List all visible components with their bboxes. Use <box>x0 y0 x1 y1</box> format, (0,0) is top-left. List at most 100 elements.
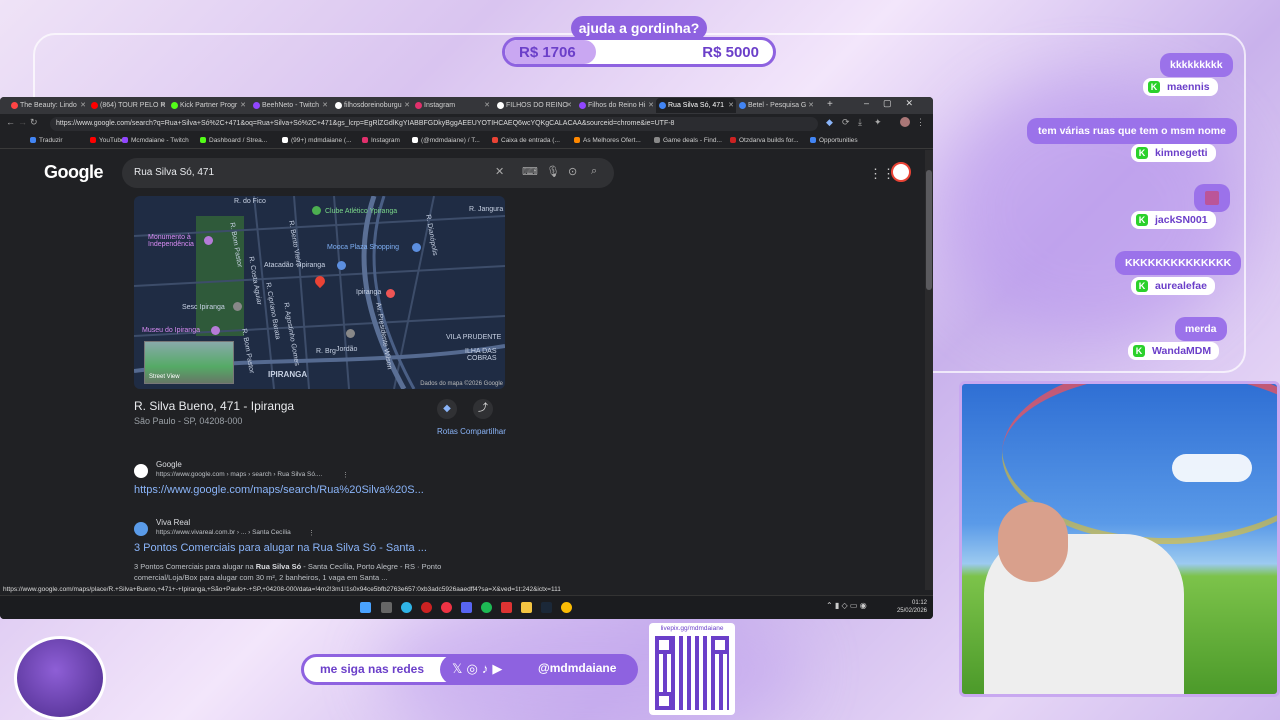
more-options-icon[interactable]: ⋮ <box>308 529 315 537</box>
spotify-icon[interactable] <box>481 602 492 613</box>
extension-icon[interactable]: ◆ <box>826 117 833 128</box>
result-url[interactable]: https://www.vivareal.com.br › ... › Sant… <box>156 529 291 536</box>
actions-label[interactable]: Rotas Compartilhar <box>437 427 506 436</box>
close-tab-icon[interactable]: ✕ <box>484 98 490 113</box>
result-title-link[interactable]: 3 Pontos Comerciais para alugar na Rua S… <box>134 542 427 554</box>
browser-tab[interactable]: Kick Partner Progr ✕ <box>168 98 248 113</box>
tab-bar: The Beauty: Lindo ✕ (864) TOUR PELO R ✕ Kick… <box>0 97 933 114</box>
browser-tab[interactable]: BeehNeto - Twitch ✕ <box>250 98 330 113</box>
browser-tab[interactable]: The Beauty: Lindo ✕ <box>8 98 88 113</box>
tab-favicon-icon <box>415 102 422 109</box>
map-preview[interactable]: R. do Fico Clube Atlético Ypiranga R. Ja… <box>134 196 505 389</box>
browser-tab[interactable]: Filhos do Reino Hi ✕ <box>576 98 656 113</box>
chrome-icon[interactable] <box>561 602 572 613</box>
close-tab-icon[interactable]: ✕ <box>322 98 328 113</box>
bookmark-item[interactable]: (99+) mdmdaiane (... <box>282 137 352 144</box>
bookmark-item[interactable]: Traduzir <box>30 137 63 144</box>
map-label: R. Brg <box>316 348 336 355</box>
microphone-icon[interactable]: 🎙 <box>546 165 560 178</box>
browser-tab[interactable]: Instagram ✕ <box>412 98 492 113</box>
search-box[interactable]: Rua Silva Só, 471 ✕ ⌨ 🎙 ⊙ ⌕ <box>122 158 614 188</box>
discord-icon[interactable] <box>461 602 472 613</box>
folder-icon[interactable] <box>521 602 532 613</box>
browser-tab[interactable]: filhosdoreinoburgu ✕ <box>332 98 412 113</box>
bookmark-item[interactable]: Mcmdaiane - Twitch <box>122 137 189 144</box>
chat-message: kkkkkkkkk <box>1160 53 1233 77</box>
bookmark-item[interactable]: As Melhores Ofert... <box>574 137 641 144</box>
chat-username: Kmaennis <box>1143 78 1218 96</box>
bookmark-item[interactable]: YouTube <box>90 137 125 144</box>
result-site: Viva Real <box>156 518 191 527</box>
close-tab-icon[interactable]: ✕ <box>240 98 246 113</box>
search-input[interactable]: Rua Silva Só, 471 <box>134 167 214 178</box>
keyboard-icon[interactable]: ⌨ <box>522 165 538 178</box>
tab-label: Filhos do Reino Hi <box>588 102 646 109</box>
bookmark-label: Otzdarva builds for... <box>739 137 799 144</box>
close-tab-icon[interactable]: ✕ <box>728 98 734 113</box>
refresh-ext-icon[interactable]: ⟳ <box>842 117 850 128</box>
browser-tab[interactable]: Rua Silva Só, 471 ✕ <box>656 98 736 113</box>
new-tab-button[interactable]: + <box>827 99 833 110</box>
bookmark-label: Traduzir <box>39 137 63 144</box>
download-icon[interactable]: ⤓ <box>858 117 862 128</box>
obs-icon[interactable] <box>441 602 452 613</box>
reload-icon[interactable]: ↻ <box>30 117 38 128</box>
task-view-icon[interactable] <box>381 602 392 613</box>
tab-favicon-icon <box>91 102 98 109</box>
clock[interactable]: 01:12 25/02/2026 <box>897 599 927 615</box>
window-controls[interactable]: –▢✕ <box>864 98 927 109</box>
poi-monument-icon <box>204 236 213 245</box>
share-button[interactable]: ⤴ <box>473 399 493 419</box>
more-options-icon[interactable]: ⋮ <box>342 471 349 479</box>
social-handle: @mdmdaiane <box>538 661 617 675</box>
bookmark-item[interactable]: Opportunities <box>810 137 858 144</box>
address-bar[interactable]: https://www.google.com/search?q=Rua+Silv… <box>50 117 818 131</box>
qr-finder <box>655 636 673 654</box>
bookmark-item[interactable]: (@mdmdaiane) / T... <box>412 137 480 144</box>
clear-icon[interactable]: ✕ <box>495 165 504 178</box>
result-url[interactable]: https://www.google.com › maps › search ›… <box>156 471 322 478</box>
bookmark-item[interactable]: Instagram <box>362 137 400 144</box>
bookmark-item[interactable]: Dashboard / Strea... <box>200 137 267 144</box>
bookmark-favicon-icon <box>730 137 736 144</box>
start-icon[interactable] <box>360 602 371 613</box>
result-title-link[interactable]: https://www.google.com/maps/search/Rua%2… <box>134 484 424 496</box>
close-tab-icon[interactable]: ✕ <box>160 98 166 113</box>
directions-button[interactable]: ◆ <box>437 399 457 419</box>
back-icon[interactable]: ← <box>6 117 15 127</box>
lens-icon[interactable]: ⊙ <box>568 165 577 178</box>
close-tab-icon[interactable]: ✕ <box>808 98 814 113</box>
browser-tab[interactable]: FILHOS DO REINO ✕ <box>494 98 574 113</box>
mascot-avatar <box>14 636 106 720</box>
close-tab-icon[interactable]: ✕ <box>566 98 572 113</box>
puzzle-icon[interactable]: ✦ <box>874 117 882 128</box>
browser-tab[interactable]: (864) TOUR PELO R ✕ <box>88 98 168 113</box>
calendar-icon[interactable] <box>501 602 512 613</box>
browser-tab[interactable]: Betel - Pesquisa G ✕ <box>736 98 816 113</box>
google-logo[interactable]: Google <box>44 162 104 183</box>
qr-label: livepix.gg/mdmdaiane <box>660 625 724 632</box>
bookmark-item[interactable]: Otzdarva builds for... <box>730 137 799 144</box>
close-tab-icon[interactable]: ✕ <box>404 98 410 113</box>
result-site: Google <box>156 460 182 469</box>
forward-icon[interactable]: → <box>18 117 27 127</box>
search-icon[interactable]: ⌕ <box>591 165 597 178</box>
tray-icons[interactable]: ⌃ ▮ ◇ ▭ ◉ <box>826 601 867 610</box>
opera-icon[interactable] <box>421 602 432 613</box>
street-view-thumbnail[interactable]: Street View <box>144 341 234 384</box>
page-scrollbar[interactable] <box>925 150 933 590</box>
steam-icon[interactable] <box>541 602 552 613</box>
close-tab-icon[interactable]: ✕ <box>80 98 86 113</box>
map-label: R. Jangura <box>469 206 504 213</box>
bookmark-label: YouTube <box>99 137 125 144</box>
map-label: Jordão <box>336 346 358 353</box>
bookmark-item[interactable]: Game deals - Find... <box>654 137 722 144</box>
scrollbar-thumb[interactable] <box>926 170 932 290</box>
bookmark-item[interactable]: Caixa de entrada (... <box>492 137 560 144</box>
close-tab-icon[interactable]: ✕ <box>648 98 654 113</box>
edge-icon[interactable] <box>401 602 412 613</box>
profile-avatar[interactable] <box>900 117 910 127</box>
account-avatar[interactable] <box>891 162 911 182</box>
poi-shopping-icon <box>412 243 421 252</box>
menu-icon[interactable]: ⋮ <box>916 117 925 128</box>
